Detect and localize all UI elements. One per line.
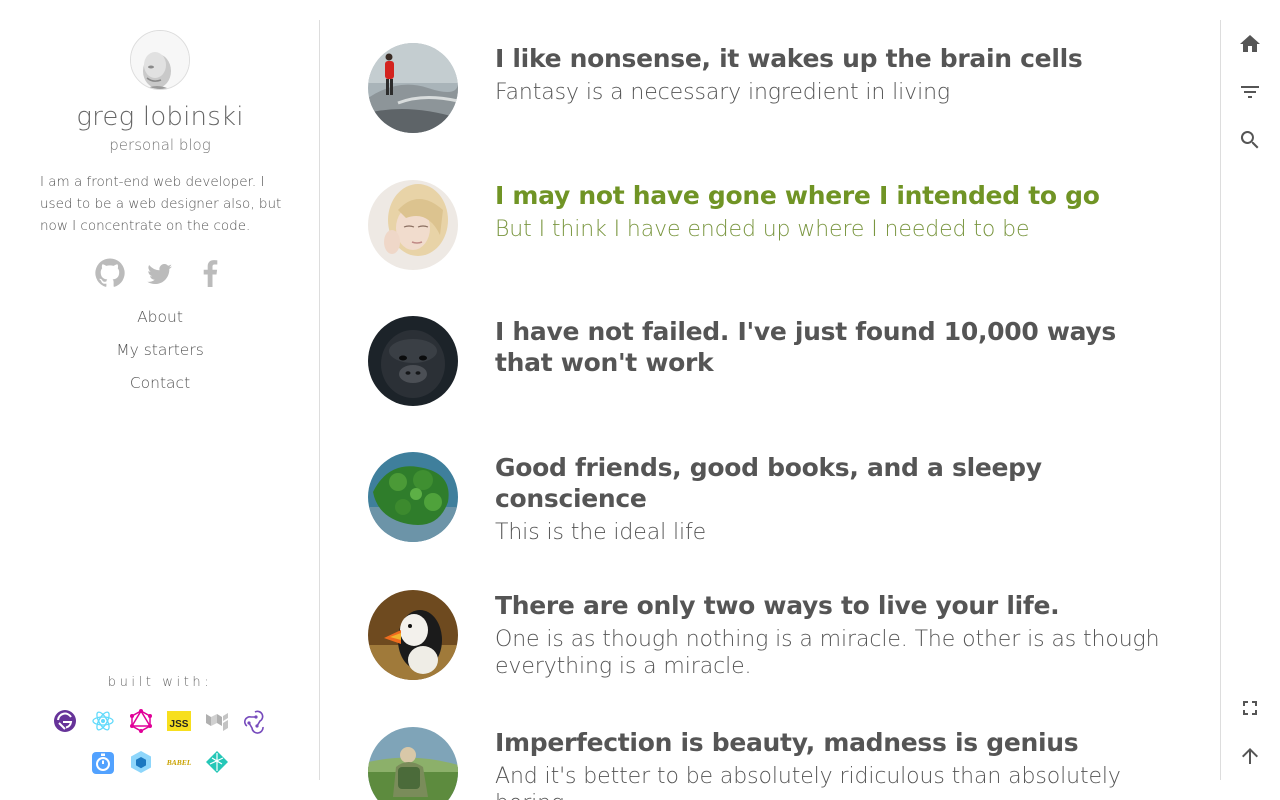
post-subtitle: This is the ideal life: [495, 520, 707, 545]
action-bar: [1220, 0, 1280, 800]
graphql-icon[interactable]: [128, 708, 154, 734]
post-subtitle: Fantasy is a necessary ingredient in liv…: [495, 80, 951, 105]
jss-text: JSS: [170, 719, 189, 730]
nav-link-my-starters[interactable]: My starters: [0, 338, 320, 371]
social-links: [0, 257, 320, 289]
github-icon[interactable]: [94, 257, 126, 289]
gatsby-icon[interactable]: [52, 708, 78, 734]
post-thumbnail[interactable]: [368, 452, 458, 542]
post-title[interactable]: I have not failed. I've just found 10,00…: [495, 316, 1175, 378]
arrow-up-icon[interactable]: [1238, 744, 1262, 768]
sidebar: greg lobinski personal blog I am a front…: [0, 0, 320, 800]
author-name[interactable]: greg lobinski: [0, 102, 320, 132]
facebook-icon[interactable]: [198, 257, 222, 289]
author-avatar[interactable]: [130, 30, 190, 90]
webpack-icon[interactable]: [128, 749, 154, 775]
post-subtitle: One is as though nothing is a miracle. T…: [495, 627, 1160, 679]
blog-subtitle: personal blog: [109, 136, 211, 154]
material-ui-icon[interactable]: [204, 708, 230, 734]
lodash-icon[interactable]: [90, 749, 116, 775]
post-list: I like nonsense, it wakes up the brain c…: [368, 0, 1188, 800]
post-thumbnail[interactable]: [368, 43, 458, 133]
twitter-icon[interactable]: [146, 257, 174, 289]
post-thumbnail[interactable]: [368, 180, 458, 270]
post-thumbnail[interactable]: [368, 316, 458, 406]
nav-link-about[interactable]: About: [0, 305, 320, 338]
post-subtitle: But I think I have ended up where I need…: [495, 217, 1030, 242]
post-title[interactable]: Imperfection is beauty, madness is geniu…: [495, 727, 1175, 758]
home-icon[interactable]: [1238, 32, 1262, 56]
post-title[interactable]: Good friends, good books, and a sleepy c…: [495, 452, 1175, 514]
post-title[interactable]: I may not have gone where I intended to …: [495, 180, 1175, 211]
sidebar-nav: About My starters Contact: [0, 305, 320, 404]
babel-text: BABEL: [166, 758, 192, 767]
nav-link-contact[interactable]: Contact: [0, 371, 320, 404]
post-thumbnail[interactable]: [368, 727, 458, 800]
netlify-icon[interactable]: [204, 749, 230, 775]
page: greg lobinski personal blog I am a front…: [0, 0, 1280, 800]
built-with-label: built with:: [107, 675, 213, 690]
post-subtitle: And it's better to be absolutely ridicul…: [495, 764, 1121, 800]
redux-icon[interactable]: [242, 708, 268, 734]
jss-icon[interactable]: JSS: [166, 708, 192, 734]
react-icon[interactable]: [90, 708, 116, 734]
search-icon[interactable]: [1238, 128, 1262, 152]
filter-icon[interactable]: [1238, 80, 1262, 104]
babel-icon[interactable]: BABEL: [166, 749, 192, 775]
author-bio: I am a front-end web developer. I used t…: [40, 174, 282, 234]
post-thumbnail[interactable]: [368, 590, 458, 680]
post-title[interactable]: There are only two ways to live your lif…: [495, 590, 1175, 621]
fullscreen-icon[interactable]: [1238, 696, 1262, 720]
post-title[interactable]: I like nonsense, it wakes up the brain c…: [495, 43, 1175, 74]
